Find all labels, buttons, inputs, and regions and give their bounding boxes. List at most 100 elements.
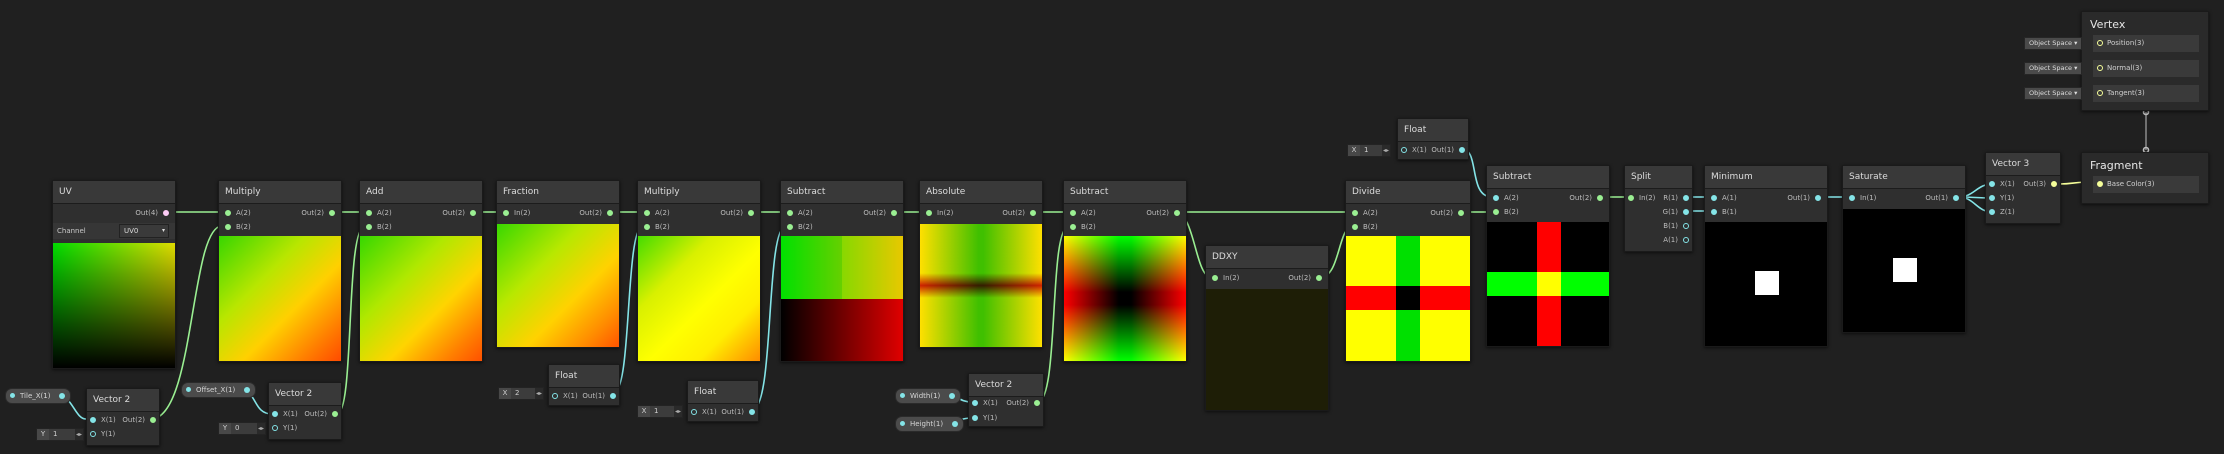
vector3-node[interactable]: Vector 3 X(1) Y(1) Z(1) Out(3) [1985,152,2061,224]
float-2-out-port[interactable]: Out(1) [721,408,755,417]
split-g-port[interactable]: G(1) [1663,208,1689,217]
uv-node[interactable]: UV Out(4) Channel UV0 ▾ [52,180,176,369]
vector2-size-y-port[interactable]: Y(1) [972,414,997,423]
add-out-port[interactable]: Out(2) [442,209,476,218]
port-dot [1683,237,1689,243]
vector2-size-x-port[interactable]: X(1) [972,399,998,408]
subtract-1-b-port[interactable]: B(2) [787,223,813,232]
vector2-size-node[interactable]: Vector 2 X(1) Y(1) Out(2) [968,373,1044,427]
divide-a-port[interactable]: A(2) [1352,209,1378,218]
vector2-offset-y-port[interactable]: Y(1) [272,424,297,433]
subtract-3-out-port[interactable]: Out(2) [1569,194,1603,203]
split-a-port[interactable]: A(1) [1663,236,1689,245]
saturate-node[interactable]: Saturate In(1) Out(1) [1842,165,1966,333]
subtract-1-a-port[interactable]: A(2) [787,209,813,218]
fraction-out-port[interactable]: Out(2) [579,209,613,218]
vertex-tangent-slot[interactable]: Tangent(3) [2092,84,2200,103]
split-r-port[interactable]: R(1) [1663,194,1689,203]
vector2-offset-node[interactable]: Vector 2 X(1) Y(1) Out(2) [268,382,342,440]
subtract-2-b-port[interactable]: B(2) [1070,223,1096,232]
multiply-2-out-port[interactable]: Out(2) [720,209,754,218]
minimum-out-port[interactable]: Out(1) [1787,194,1821,203]
width-property-pill[interactable]: Width(1) [895,388,962,404]
float-2-x-port[interactable]: X(1) [691,408,717,417]
vector2-tile-x-port[interactable]: X(1) [90,416,116,425]
fraction-node[interactable]: Fraction In(2) Out(2) [496,180,620,348]
split-b-port[interactable]: B(1) [1663,222,1689,231]
fragment-base-color-slot[interactable]: Base Color(3) [2092,175,2200,194]
ddxy-node[interactable]: DDXY In(2) Out(2) [1205,245,1329,411]
subtract-2-out-port[interactable]: Out(2) [1146,209,1180,218]
ddxy-out-port[interactable]: Out(2) [1288,274,1322,283]
fraction-in-port[interactable]: In(2) [503,209,530,218]
fragment-context[interactable]: Fragment Base Color(3) [2081,152,2209,204]
port-dot [552,393,558,399]
float-2-x-field[interactable]: X 1 ◂▸ [637,405,683,418]
absolute-in-port[interactable]: In(2) [926,209,953,218]
multiply-1-out-port[interactable]: Out(2) [301,209,335,218]
float-1-x-field[interactable]: X 2 ◂▸ [498,387,544,400]
absolute-out-port[interactable]: Out(2) [1002,209,1036,218]
multiply-node-2[interactable]: Multiply A(2) B(2) Out(2) [637,180,761,362]
multiply-node-1[interactable]: Multiply A(2) B(2) Out(2) [218,180,342,362]
vector3-x-port[interactable]: X(1) [1989,180,2015,189]
vector2-tile-out-port[interactable]: Out(2) [122,416,156,425]
subtract-node-3[interactable]: Subtract A(2) B(2) Out(2) [1486,165,1610,347]
vector3-y-port[interactable]: Y(1) [1989,194,2014,203]
vector2-offset-out-port[interactable]: Out(2) [304,410,338,419]
float-node-2[interactable]: Float X(1) Out(1) [687,380,759,422]
divide-b-port[interactable]: B(2) [1352,223,1378,232]
vertex-position-slot[interactable]: Position(3) [2092,34,2200,53]
vector2-offset-y-field[interactable]: Y 0 ◂▸ [218,422,266,435]
float-3-x-port[interactable]: X(1) [1401,146,1427,155]
minimum-a-port[interactable]: A(1) [1711,194,1737,203]
divide-node[interactable]: Divide A(2) B(2) Out(2) [1345,180,1471,362]
vector3-z-port[interactable]: Z(1) [1989,208,2015,217]
subtract-2-a-port[interactable]: A(2) [1070,209,1096,218]
vertex-context[interactable]: Vertex Position(3) Normal(3) Tangent(3) [2081,11,2209,111]
split-in-port[interactable]: In(2) [1628,194,1655,203]
subtract-3-a-port[interactable]: A(2) [1493,194,1519,203]
multiply-2-a-port[interactable]: A(2) [644,209,670,218]
add-a-port[interactable]: A(2) [366,209,392,218]
position-space-dropdown[interactable]: Object Space ▾ [2024,37,2083,50]
divide-out-port[interactable]: Out(2) [1430,209,1464,218]
vector2-size-out-port[interactable]: Out(2) [1006,399,1040,408]
vector3-out-port[interactable]: Out(3) [2023,180,2057,189]
split-node[interactable]: Split In(2) R(1) G(1) B(1) A(1) [1624,165,1693,252]
minimum-node[interactable]: Minimum A(1) B(1) Out(1) [1704,165,1828,347]
add-b-port[interactable]: B(2) [366,223,392,232]
float-node-3[interactable]: Float X(1) Out(1) [1397,118,1469,160]
vector2-tile-y-port[interactable]: Y(1) [90,430,115,439]
vertex-normal-slot[interactable]: Normal(3) [2092,59,2200,78]
multiply-2-b-port[interactable]: B(2) [644,223,670,232]
subtract-3-b-port[interactable]: B(2) [1493,208,1519,217]
vector2-offset-x-port[interactable]: X(1) [272,410,298,419]
subtract-1-out-port[interactable]: Out(2) [863,209,897,218]
subtract-node-1[interactable]: Subtract A(2) B(2) Out(2) [780,180,904,362]
ddxy-node-title: DDXY [1206,246,1328,269]
saturate-out-port[interactable]: Out(1) [1925,194,1959,203]
uv-out-port[interactable]: Out(4) [135,209,169,218]
float-node-1[interactable]: Float X(1) Out(1) [548,364,620,406]
tile-property-pill[interactable]: Tile_X(1) [5,388,72,404]
normal-space-dropdown[interactable]: Object Space ▾ [2024,62,2083,75]
vector2-tile-node[interactable]: Vector 2 X(1) Y(1) Out(2) [86,388,160,446]
float-3-x-field[interactable]: X 1 ◂▸ [1347,144,1391,157]
uv-channel-dropdown[interactable]: UV0 ▾ [119,224,169,238]
float-1-x-port[interactable]: X(1) [552,392,578,401]
height-property-pill[interactable]: Height(1) [895,416,965,432]
offset-property-pill[interactable]: Offset_X(1) [181,382,257,398]
absolute-node[interactable]: Absolute In(2) Out(2) [919,180,1043,348]
subtract-node-2[interactable]: Subtract A(2) B(2) Out(2) [1063,180,1187,362]
minimum-b-port[interactable]: B(1) [1711,208,1737,217]
tangent-space-dropdown[interactable]: Object Space ▾ [2024,87,2083,100]
float-3-out-port[interactable]: Out(1) [1431,146,1465,155]
saturate-in-port[interactable]: In(1) [1849,194,1876,203]
ddxy-in-port[interactable]: In(2) [1212,274,1239,283]
multiply-1-b-port[interactable]: B(2) [225,223,251,232]
add-node[interactable]: Add A(2) B(2) Out(2) [359,180,483,362]
float-1-out-port[interactable]: Out(1) [582,392,616,401]
vector2-tile-y-field[interactable]: Y 1 ◂▸ [36,428,84,441]
multiply-1-a-port[interactable]: A(2) [225,209,251,218]
